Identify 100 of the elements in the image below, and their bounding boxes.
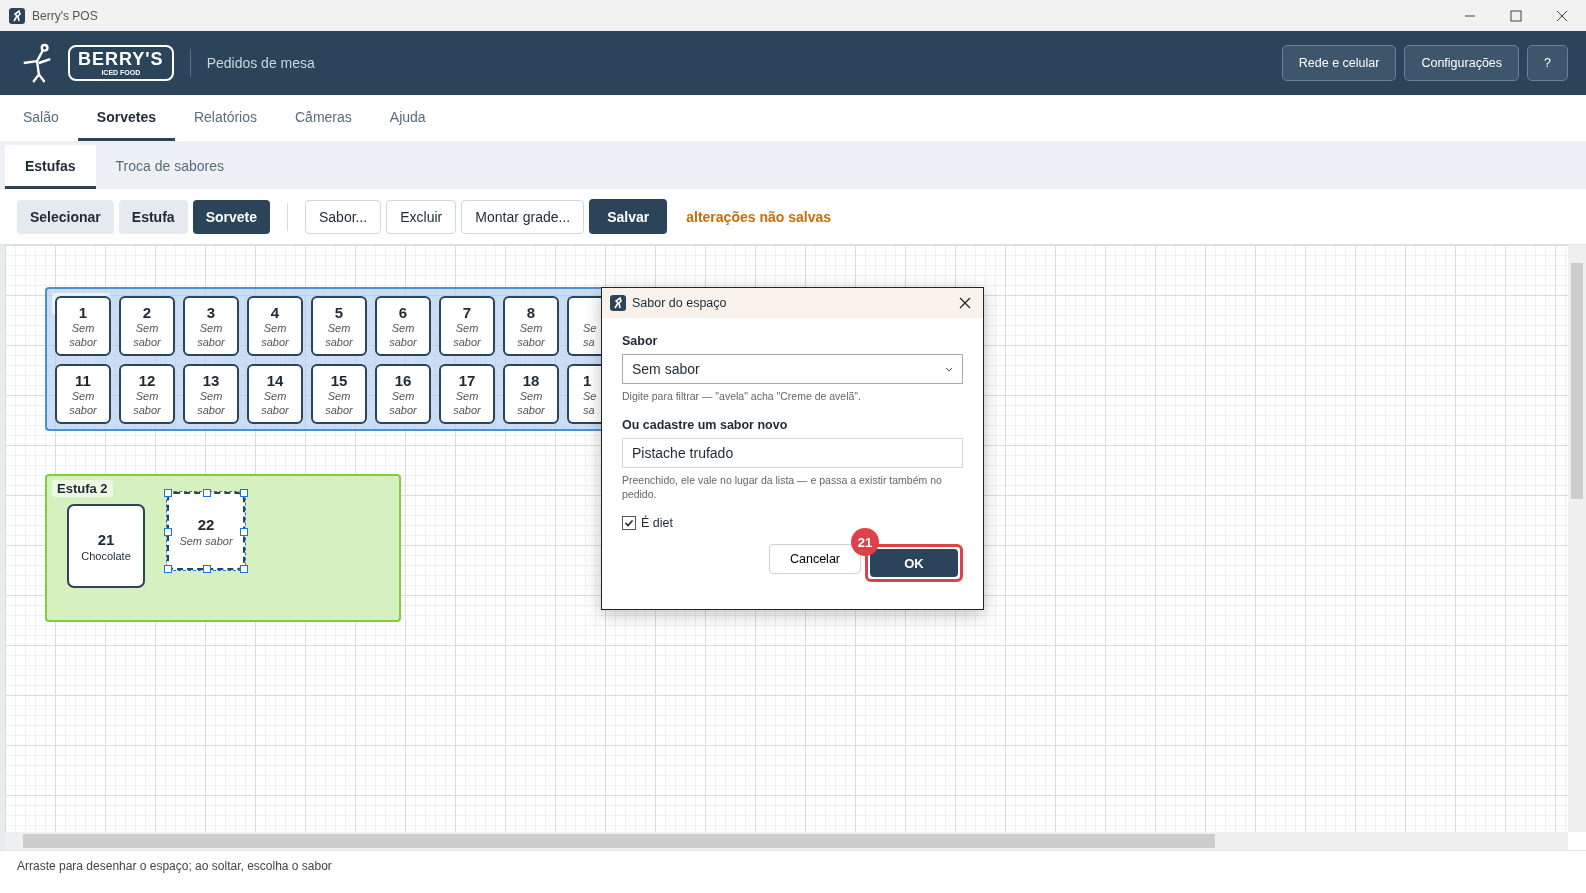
- ice-cream-slot[interactable]: 4 Sem sabor: [247, 296, 303, 356]
- slot-number: 22: [197, 514, 215, 534]
- ice-cream-slot[interactable]: 13 Sem sabor: [183, 364, 239, 424]
- dialog-title: Sabor do espaço: [632, 296, 727, 310]
- ice-cream-slot[interactable]: 12 Sem sabor: [119, 364, 175, 424]
- slot-flavor: sa: [583, 334, 596, 349]
- slot-flavor: Sem sabor: [388, 320, 418, 349]
- window-title: Berry's POS: [32, 8, 98, 23]
- slot-number: 11: [75, 371, 91, 389]
- header-button[interactable]: Rede e celular: [1281, 45, 1397, 81]
- slot-flavor: Sem sabor: [516, 388, 546, 417]
- ice-cream-slot[interactable]: 7 Sem sabor: [439, 296, 495, 356]
- ice-cream-slot[interactable]: 8 Sem sabor: [503, 296, 559, 356]
- resize-handle[interactable]: [240, 565, 248, 573]
- slot-flavor: Sem sabor: [68, 388, 98, 417]
- slot-number: 18: [522, 371, 540, 389]
- slot-flavor: sa: [583, 402, 596, 417]
- slot-flavor: Sem sabor: [132, 320, 162, 349]
- ice-cream-slot[interactable]: 5 Sem sabor: [311, 296, 367, 356]
- horizontal-scrollbar[interactable]: [5, 832, 1568, 850]
- ice-cream-slot[interactable]: 11 Sem sabor: [55, 364, 111, 424]
- field-hint: Digite para filtrar — "avela" acha "Creme de avelã".: [622, 389, 862, 403]
- main-tab[interactable]: Ajuda: [370, 95, 445, 141]
- resize-handle[interactable]: [240, 489, 248, 497]
- ice-cream-slot[interactable]: 2 Sem sabor: [119, 296, 175, 356]
- slot-flavor: Sem sabor: [388, 388, 418, 417]
- slot-number: 2: [142, 303, 152, 321]
- header-button[interactable]: ?: [1527, 45, 1568, 81]
- close-icon[interactable]: [959, 297, 971, 309]
- app-icon: [9, 7, 25, 24]
- ice-cream-slot[interactable]: 6 Sem sabor: [375, 296, 431, 356]
- slot-flavor: Se: [583, 388, 598, 403]
- sub-tab[interactable]: Estufas: [5, 145, 96, 189]
- flavor-dropdown[interactable]: Sem sabor: [622, 354, 963, 384]
- slot-flavor: Sem sabor: [516, 320, 546, 349]
- ice-cream-slot[interactable]: 18 Sem sabor: [503, 364, 559, 424]
- save-button[interactable]: Salvar: [589, 199, 668, 234]
- maximize-icon[interactable]: [1510, 9, 1522, 22]
- slot-flavor: Sem sabor: [260, 388, 290, 417]
- slot-number: 1: [78, 303, 88, 321]
- chevron-down-icon: [945, 366, 953, 372]
- slot-flavor: Sem sabor: [196, 388, 226, 417]
- ice-cream-slot[interactable]: 21 Chocolate: [67, 504, 145, 588]
- slot-flavor: Sem sabor: [260, 320, 290, 349]
- header-button[interactable]: Configurações: [1404, 45, 1520, 81]
- resize-handle[interactable]: [203, 489, 211, 497]
- slot-number: 6: [398, 303, 408, 321]
- ice-cream-slot[interactable]: 16 Sem sabor: [375, 364, 431, 424]
- action-button[interactable]: Sabor...: [305, 199, 382, 234]
- resize-handle[interactable]: [164, 489, 172, 497]
- app-icon: [610, 295, 626, 311]
- input-field[interactable]: Pistache trufado: [622, 438, 963, 468]
- slot-number: 8: [526, 303, 536, 321]
- slot-flavor: Chocolate: [81, 548, 131, 563]
- ice-cream-slot[interactable]: 1 Sem sabor: [55, 296, 111, 356]
- ice-cream-slot[interactable]: 17 Sem sabor: [439, 364, 495, 424]
- main-tab[interactable]: Relatórios: [174, 95, 276, 141]
- sub-tab[interactable]: Troca de sabores: [95, 145, 244, 189]
- resize-handle[interactable]: [164, 528, 172, 536]
- slot-flavor: Sem sabor: [68, 320, 98, 349]
- field-hint: Preenchido, ele vale no lugar da lista — e passa a existir também no pedido.: [622, 473, 943, 501]
- slot-number: 12: [138, 371, 156, 389]
- slot-flavor: Sem sabor: [132, 388, 162, 417]
- action-button[interactable]: Excluir: [386, 199, 457, 234]
- slot-flavor: Sem sabor: [196, 320, 226, 349]
- slot-flavor: Se: [583, 320, 598, 335]
- vertical-scrollbar[interactable]: [1568, 245, 1586, 832]
- checkbox-label: É diet: [641, 516, 673, 530]
- resize-handle[interactable]: [240, 528, 248, 536]
- slot-flavor: Sem sabor: [324, 388, 354, 417]
- slot-number: 7: [462, 303, 472, 321]
- unsaved-notice: alterações não salvas: [686, 208, 831, 225]
- ice-cream-slot[interactable]: 15 Sem sabor: [311, 364, 367, 424]
- ok-button[interactable]: OK: [870, 549, 958, 577]
- mode-button[interactable]: Selecionar: [17, 199, 114, 234]
- field-label: Ou cadastre um sabor novo: [622, 418, 789, 432]
- slot-flavor: Sem sabor: [452, 320, 482, 349]
- action-button[interactable]: Montar grade...: [461, 199, 585, 234]
- main-tab[interactable]: Salão: [4, 95, 78, 141]
- slot-number: 4: [270, 303, 280, 321]
- area-label: Estufa 2: [52, 480, 113, 497]
- checkmark-icon: [624, 518, 634, 528]
- slot-number: 5: [334, 303, 344, 321]
- ice-cream-slot[interactable]: 22 Sem sabor: [167, 492, 245, 570]
- slot-number: 21: [97, 529, 115, 549]
- checkbox[interactable]: [622, 516, 636, 530]
- main-tab[interactable]: Câmeras: [276, 95, 371, 141]
- ice-cream-slot[interactable]: 3 Sem sabor: [183, 296, 239, 356]
- ice-cream-slot[interactable]: 14 Sem sabor: [247, 364, 303, 424]
- section-title: Pedidos de mesa: [189, 49, 315, 77]
- slot-number: 16: [394, 371, 412, 389]
- slot-number: 3: [206, 303, 216, 321]
- slot-number: 1: [583, 371, 593, 389]
- resize-handle[interactable]: [203, 565, 211, 573]
- slot-number: 15: [330, 371, 348, 389]
- close-icon[interactable]: [1556, 9, 1568, 22]
- resize-handle[interactable]: [164, 565, 172, 573]
- logo-text: BERRY'S: [78, 49, 164, 69]
- mode-button[interactable]: Estufa: [118, 199, 188, 234]
- mode-button[interactable]: Sorvete: [192, 199, 270, 234]
